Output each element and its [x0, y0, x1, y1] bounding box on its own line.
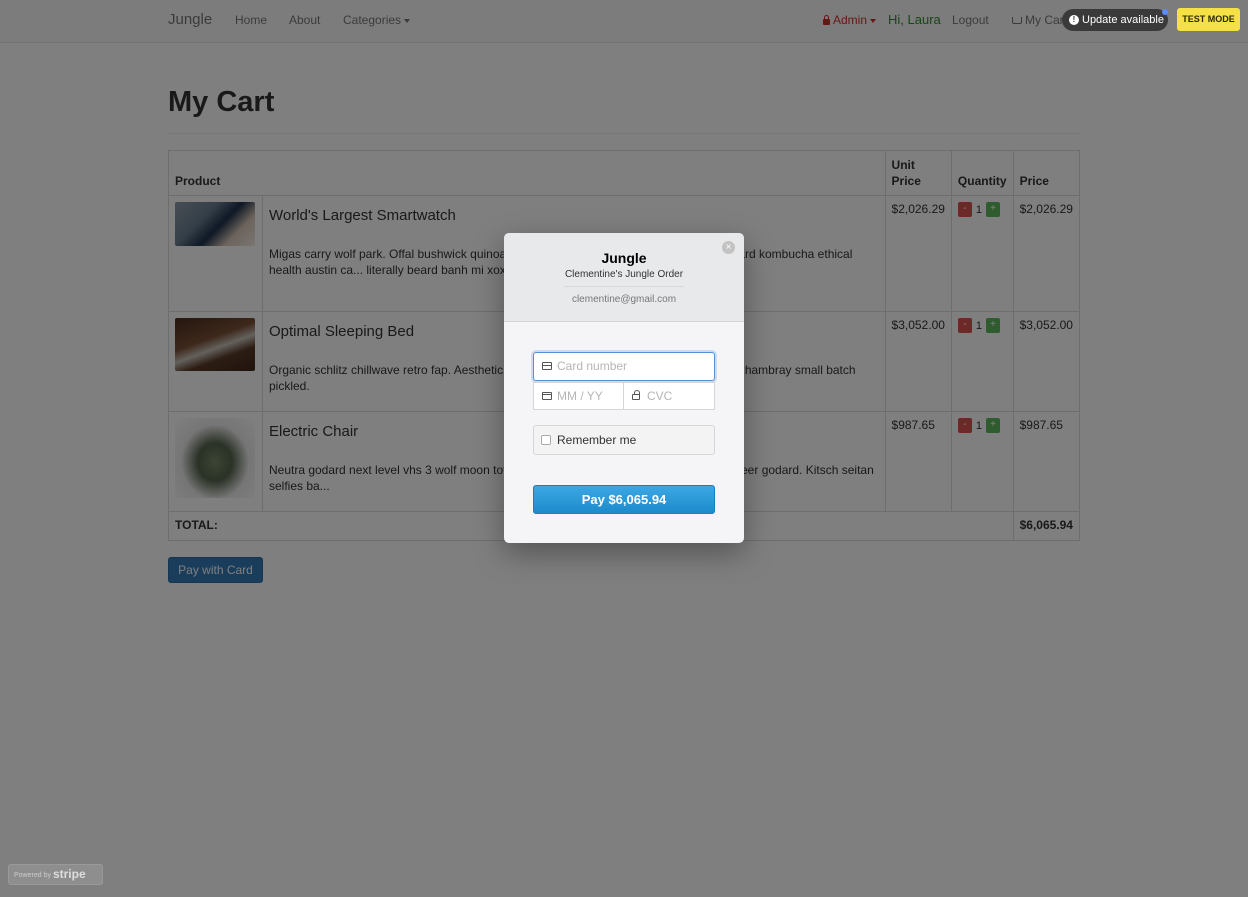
- powered-by-label: Powered by: [14, 872, 51, 879]
- expiry-input[interactable]: MM / YY: [533, 382, 624, 410]
- checkout-modal: Jungle Clementine's Jungle Order clement…: [504, 233, 744, 543]
- modal-title: Jungle: [601, 250, 647, 266]
- powered-by-stripe-badge[interactable]: Powered by stripe: [8, 864, 103, 885]
- remember-me-toggle[interactable]: Remember me: [533, 425, 715, 455]
- modal-header: Jungle Clementine's Jungle Order clement…: [504, 233, 744, 322]
- card-number-input[interactable]: Card number: [533, 352, 715, 381]
- update-available-pill[interactable]: ! Update available: [1062, 9, 1168, 31]
- credit-card-icon: [542, 362, 552, 370]
- close-icon[interactable]: ×: [722, 241, 735, 254]
- notification-dot-icon: [1162, 9, 1168, 15]
- cvc-placeholder: CVC: [647, 389, 673, 403]
- pay-button[interactable]: Pay $6,065.94: [533, 485, 715, 514]
- remember-me-checkbox[interactable]: [541, 435, 551, 445]
- test-mode-badge: TEST MODE: [1177, 8, 1240, 31]
- stripe-logo: stripe: [52, 867, 86, 881]
- remember-me-label: Remember me: [557, 433, 637, 447]
- cvc-input[interactable]: CVC: [623, 382, 715, 410]
- card-number-placeholder: Card number: [557, 359, 628, 373]
- calendar-icon: [542, 392, 552, 400]
- lock-icon: [632, 390, 640, 400]
- customer-email: clementine@gmail.com: [571, 294, 677, 305]
- modal-subtitle: Clementine's Jungle Order: [564, 269, 684, 280]
- modal-divider: [564, 286, 684, 287]
- info-icon: !: [1069, 15, 1079, 25]
- expiry-placeholder: MM / YY: [557, 389, 603, 403]
- update-available-label: Update available: [1082, 14, 1164, 26]
